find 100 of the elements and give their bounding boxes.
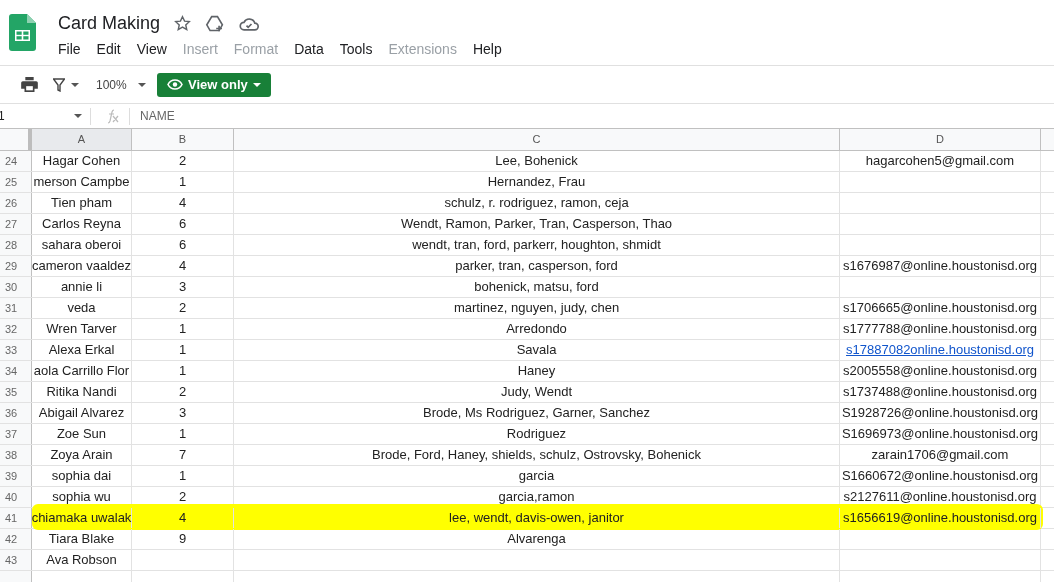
table-cell-text: Wendt, Ramon, Parker, Tran, Casperson, Thao [400,215,673,234]
row-number[interactable]: 41 [0,508,32,528]
row-number[interactable]: 35 [0,382,32,402]
row-number[interactable]: 42 [0,529,32,549]
table-cell-text: 2 [178,383,187,402]
table-cell-text: s1676987@online.houstonisd.org [843,257,1037,276]
table-cell-text: s1777788@online.houstonisd.org [843,320,1037,339]
table-cell-text: hagarcohen5@gmail.com [865,152,1015,171]
table-cell-text: cameron vaaldez [32,257,131,276]
table-cell-text: Wren Tarver [46,320,117,339]
table-cell-text: sahara oberoi [41,236,122,255]
table-cell-text: 9 [178,530,187,549]
table-cell-text: 7 [178,446,187,465]
table-cell-text: 1 [178,467,187,486]
table-cell-text: Brode, Ms Rodriguez, Garner, Sanchez [423,404,650,423]
menu-item[interactable]: Edit [90,39,127,60]
row-number[interactable]: 38 [0,445,32,465]
caret-icon[interactable] [138,82,146,87]
table-cell-text: Hernandez, Frau [487,173,586,192]
table-cell-text: Judy, Wendt [500,383,573,402]
table-cell-text: 3 [178,278,187,297]
table-cell-text: Rodriguez [506,425,567,444]
table-cell-text: 4 [178,257,187,276]
column-header[interactable]: A [32,129,132,150]
table-cell-text: s1656619@online.houstonisd.org [843,509,1037,528]
table-cell-text: Abigail Alvarez [38,404,125,423]
formula-content[interactable]: NAME [140,107,175,125]
caret-icon[interactable] [74,114,82,118]
table-cell-text: schulz, r. rodriguez, ramon, ceja [444,194,629,213]
filter-icon [53,77,65,92]
table-cell-text: s1737488@online.houstonisd.org [843,383,1037,402]
row-number[interactable]: 40 [0,487,32,507]
row-number[interactable]: 36 [0,403,32,423]
table-cell-text: parker, tran, casperson, ford [455,257,618,276]
caret-icon [71,82,79,87]
table-cell-text: 2 [178,299,187,318]
row-number[interactable]: 31 [0,298,32,318]
table-cell-text: 1 [178,425,187,444]
row-number[interactable]: 24 [0,151,32,171]
table-cell-text: s2005558@online.houstonisd.org [843,362,1037,381]
column-header[interactable]: C [234,129,840,150]
caret-icon [252,82,261,87]
row-number[interactable]: 28 [0,235,32,255]
sheets-logo-icon[interactable] [9,14,36,51]
table-cell-text: aola Carrillo Flor [33,362,130,381]
filter-button[interactable] [53,77,79,92]
row-number[interactable]: 43 [0,550,32,570]
print-icon[interactable] [21,77,38,92]
table-cell-text: Arredondo [506,320,567,339]
table-cell-text: veda [67,299,96,318]
menu-item[interactable]: Tools [333,39,379,60]
table-cell-text: Tien pham [51,194,112,213]
table-cell-text: Hagar Cohen [42,152,121,171]
row-number[interactable]: 34 [0,361,32,381]
table-cell-text: sophia wu [52,488,111,507]
table-cell-text: S1660672@online.houstonisd.org [841,467,1039,486]
table-cell-text: martinez, nguyen, judy, chen [453,299,620,318]
column-header[interactable]: D [840,129,1041,150]
table-cell-text: annie li [60,278,103,297]
column-header[interactable]: B [132,129,234,150]
row-number[interactable]: 37 [0,424,32,444]
menu-item[interactable]: File [52,39,87,60]
table-cell-text: Alvarenga [507,530,566,549]
row-number[interactable]: 27 [0,214,32,234]
row-number[interactable]: 32 [0,319,32,339]
menu-item[interactable]: View [130,39,173,60]
table-cell-text: Savala [516,341,557,360]
table-cell-text: garcia [518,467,555,486]
cloud-check-icon[interactable] [239,15,260,32]
menu-item[interactable]: Data [288,39,330,60]
table-cell-text: sophia dai [51,467,112,486]
row-number[interactable]: 26 [0,193,32,213]
row-number[interactable]: 25 [0,172,32,192]
star-icon[interactable] [174,15,192,32]
table-cell-text: Alexa Erkal [48,341,115,360]
table-cell-text: S1928726@online.houstonisd.org [841,404,1039,423]
table-cell-text: 4 [178,509,187,528]
table-cell-text: wendt, tran, ford, parkerr, houghton, shmidt [412,236,661,255]
email-link[interactable]: s17887082online.houstonisd.org [846,340,1034,360]
menu-item[interactable]: Help [466,39,508,60]
table-cell-text: Tiara Blake [48,530,115,549]
table-cell-text: 1 [178,320,187,339]
view-only-button[interactable]: View only [157,72,271,97]
table-cell-text: Lee, Bohenick [495,152,578,171]
row-number[interactable]: 33 [0,340,32,360]
table-cell-text: 1 [178,173,187,192]
row-number[interactable]: 30 [0,277,32,297]
table-cell-text: 6 [178,215,187,234]
row-number[interactable]: 29 [0,256,32,276]
table-cell-text: Ritika Nandi [46,383,117,402]
table-cell-text: Brode, Ford, Haney, shields, schulz, Ostrovsky, Bohenick [372,446,701,465]
table-cell-text: Zoe Sun [56,425,107,444]
table-cell-text: 2 [178,488,187,507]
table-cell-text: 6 [178,236,187,255]
table-cell-text: 1 [178,341,187,360]
table-cell-text: Haney [517,362,556,381]
table-cell-text: zarain1706@gmail.com [871,446,1009,465]
row-number[interactable]: 39 [0,466,32,486]
table-cell-text: s1706665@online.houstonisd.org [843,299,1037,318]
document-title[interactable]: Card Making [58,10,161,37]
